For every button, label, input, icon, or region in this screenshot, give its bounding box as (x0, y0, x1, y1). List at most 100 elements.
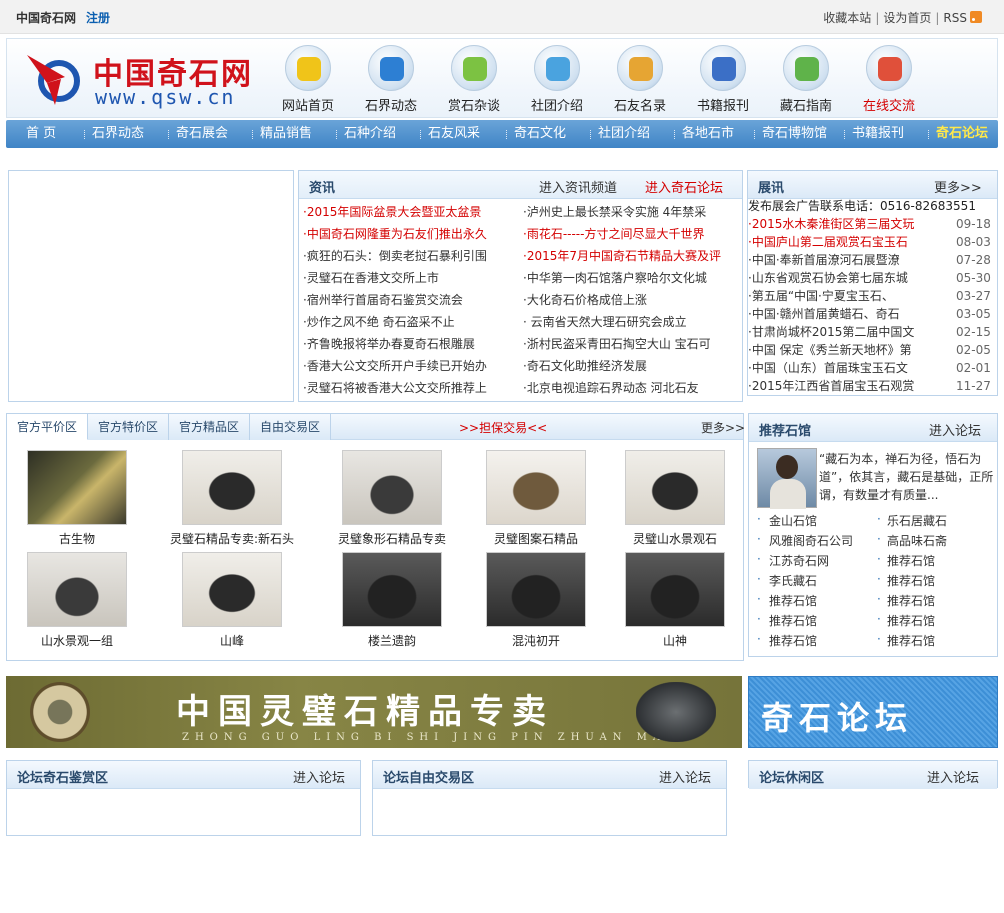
news-item[interactable]: ·中国奇石网隆重为石友们推出永久 (303, 225, 513, 242)
news-item[interactable]: ·大化奇石价格成倍上涨 (523, 291, 733, 308)
expo-more-link[interactable]: 更多>> (934, 177, 982, 196)
expo-item[interactable]: ·第五届“中国·宁夏宝玉石、 (748, 287, 946, 304)
product-image[interactable] (182, 450, 282, 525)
nav-item-7[interactable]: 社团介绍 (598, 120, 650, 148)
expo-item[interactable]: ·中国·赣州首届黄蜡石、奇石 (748, 305, 946, 322)
expo-item[interactable]: ·2015年江西省首届宝玉石观赏 (748, 377, 946, 394)
avatar[interactable] (757, 448, 817, 509)
product-caption[interactable]: 灵璧象形石精品专卖 (322, 530, 462, 547)
forum-enter-link[interactable]: 进入论坛 (293, 767, 345, 786)
recommend-more-link[interactable]: 进入论坛 (929, 420, 981, 439)
gallery-link[interactable]: 推荐石馆 (769, 632, 817, 649)
product-image[interactable] (486, 450, 586, 525)
news-item[interactable]: ·灵璧石将被香港大公文交所推荐上 (303, 379, 513, 396)
news-item[interactable]: ·泸州史上最长禁采令实施 4年禁采 (523, 203, 733, 220)
news-item[interactable]: ·香港大公文交所开户手续已开始办 (303, 357, 513, 374)
product-image[interactable] (625, 552, 725, 627)
market-more-link[interactable]: 更多>> (701, 419, 745, 436)
product-caption[interactable]: 山神 (605, 632, 745, 649)
rss-link[interactable]: RSS (943, 11, 967, 25)
header-nav-1[interactable]: 石界动态 (356, 45, 426, 114)
gallery-link[interactable]: 江苏奇石网 (769, 552, 829, 569)
nav-item-0[interactable]: 首 页 (26, 120, 56, 148)
product-image[interactable] (27, 450, 127, 525)
tab-market-0[interactable]: 官方平价区 (7, 414, 88, 440)
gallery-link[interactable]: 风雅阁奇石公司 (769, 532, 853, 549)
product-image[interactable] (342, 552, 442, 627)
news-item[interactable]: ·雨花石-----方寸之间尽显大千世界 (523, 225, 733, 242)
lingbi-banner[interactable]: 中国灵璧石精品专卖 ZHONG GUO LING BI SHI JING PIN… (6, 676, 742, 748)
nav-item-5[interactable]: 石友风采 (428, 120, 480, 148)
nav-item-9[interactable]: 奇石博物馆 (762, 120, 827, 148)
header-nav-7[interactable]: 在线交流 (854, 45, 924, 114)
news-item[interactable]: ·中华第一肉石馆落户察哈尔文化城 (523, 269, 733, 286)
gallery-link[interactable]: 推荐石馆 (887, 572, 935, 589)
rss-icon[interactable] (970, 11, 982, 23)
forum-banner[interactable]: 奇石论坛 (748, 676, 998, 748)
product-caption[interactable]: 灵璧石精品专卖:新石头 (162, 530, 302, 547)
favorite-link[interactable]: 收藏本站 (823, 11, 871, 25)
news-item[interactable]: ·2015年7月中国奇石节精品大赛及评 (523, 247, 733, 264)
header-nav-3[interactable]: 社团介绍 (522, 45, 592, 114)
site-name-link[interactable]: 中国奇石网 (16, 11, 76, 25)
expo-item[interactable]: ·中国 保定《秀兰新天地杯》第 (748, 341, 946, 358)
product-image[interactable] (625, 450, 725, 525)
gallery-link[interactable]: 李氏藏石 (769, 572, 817, 589)
product-image[interactable] (27, 552, 127, 627)
product-caption[interactable]: 山峰 (162, 632, 302, 649)
news-channel-link[interactable]: 进入资讯频道 (539, 177, 617, 196)
expo-item[interactable]: ·中国庐山第二届观赏石宝玉石 (748, 233, 946, 250)
tab-market-1[interactable]: 官方特价区 (88, 414, 169, 440)
header-nav-5[interactable]: 书籍报刊 (688, 45, 758, 114)
tab-market-2[interactable]: 官方精品区 (169, 414, 250, 440)
nav-item-11[interactable]: 奇石论坛 (936, 120, 988, 148)
gallery-link[interactable]: 推荐石馆 (769, 612, 817, 629)
tab-market-3[interactable]: 自由交易区 (250, 414, 331, 440)
product-image[interactable] (342, 450, 442, 525)
news-item[interactable]: ·炒作之风不绝 奇石盗采不止 (303, 313, 513, 330)
product-image[interactable] (182, 552, 282, 627)
gallery-link[interactable]: 乐石居藏石 (887, 512, 947, 529)
forum-enter-link[interactable]: 进入论坛 (659, 767, 711, 786)
news-item[interactable]: ·齐鲁晚报将举办春夏奇石根雕展 (303, 335, 513, 352)
expo-item[interactable]: ·中国·奉新首届潦河石展暨潦 (748, 251, 946, 268)
nav-item-1[interactable]: 石界动态 (92, 120, 144, 148)
forum-enter-link[interactable]: 进入论坛 (927, 767, 979, 786)
nav-item-6[interactable]: 奇石文化 (514, 120, 566, 148)
product-caption[interactable]: 楼兰遗韵 (322, 632, 462, 649)
news-item[interactable]: ·灵璧石在香港文交所上市 (303, 269, 513, 286)
product-caption[interactable]: 灵璧图案石精品 (466, 530, 606, 547)
nav-item-8[interactable]: 各地石市 (682, 120, 734, 148)
news-forum-link[interactable]: 进入奇石论坛 (645, 177, 723, 196)
expo-item[interactable]: ·甘肃尚城杯2015第二届中国文 (748, 323, 946, 340)
escrow-trade-link[interactable]: >>担保交易<< (459, 419, 547, 436)
gallery-link[interactable]: 推荐石馆 (887, 552, 935, 569)
nav-item-3[interactable]: 精品销售 (260, 120, 312, 148)
header-nav-0[interactable]: 网站首页 (273, 45, 343, 114)
news-item[interactable]: ·浙村民盗采青田石掏空大山 宝石可 (523, 335, 733, 352)
expo-item[interactable]: ·中国（山东）首届珠宝玉石文 (748, 359, 946, 376)
news-item[interactable]: ·宿州举行首届奇石鉴赏交流会 (303, 291, 513, 308)
product-caption[interactable]: 山水景观一组 (7, 632, 147, 649)
product-image[interactable] (486, 552, 586, 627)
nav-item-2[interactable]: 奇石展会 (176, 120, 228, 148)
set-home-link[interactable]: 设为首页 (883, 11, 931, 25)
product-caption[interactable]: 古生物 (7, 530, 147, 547)
header-nav-2[interactable]: 赏石杂谈 (439, 45, 509, 114)
header-nav-4[interactable]: 石友名录 (605, 45, 675, 114)
gallery-link[interactable]: 高品味石斋 (887, 532, 947, 549)
news-item[interactable]: ·北京电视追踪石界动态 河北石友 (523, 379, 733, 396)
expo-item[interactable]: ·山东省观赏石协会第七届东城 (748, 269, 946, 286)
nav-item-10[interactable]: 书籍报刊 (852, 120, 904, 148)
register-link[interactable]: 注册 (86, 11, 110, 25)
site-logo[interactable]: 中国奇石网 www.qsw.cn (25, 49, 285, 109)
ad-placeholder[interactable] (8, 170, 294, 402)
header-nav-6[interactable]: 藏石指南 (771, 45, 841, 114)
gallery-link[interactable]: 推荐石馆 (887, 632, 935, 649)
news-item[interactable]: · 云南省天然大理石研究会成立 (523, 313, 733, 330)
nav-item-4[interactable]: 石种介绍 (344, 120, 396, 148)
gallery-link[interactable]: 推荐石馆 (769, 592, 817, 609)
news-item[interactable]: ·2015年国际盆景大会暨亚太盆景 (303, 203, 513, 220)
gallery-link[interactable]: 推荐石馆 (887, 612, 935, 629)
news-item[interactable]: ·疯狂的石头：倒卖老挝石暴利引围 (303, 247, 513, 264)
